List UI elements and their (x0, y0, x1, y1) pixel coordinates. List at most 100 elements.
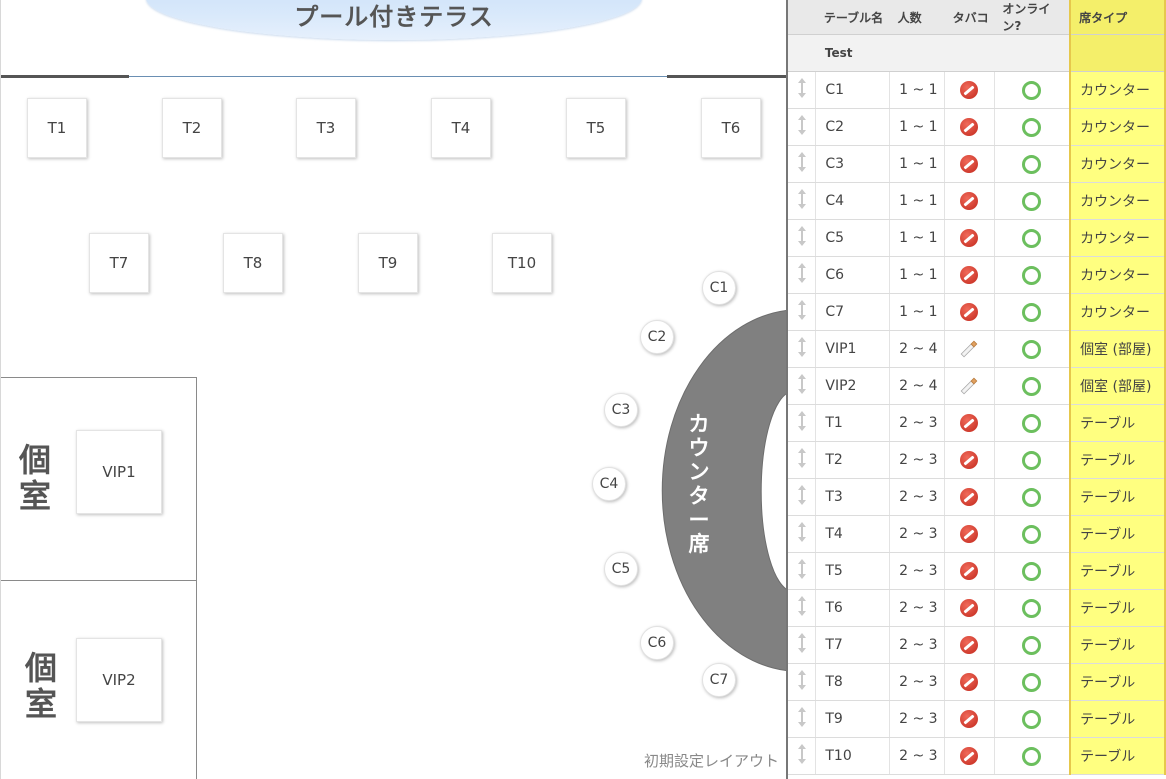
table-row[interactable]: T5 2 ~ 3 テーブル (788, 552, 1166, 590)
drag-handle[interactable] (788, 478, 817, 516)
row-seat-type[interactable]: カウンター (1069, 145, 1166, 183)
row-smoking[interactable] (944, 145, 995, 183)
table-row[interactable]: C3 1 ~ 1 カウンター (788, 145, 1166, 183)
row-smoking[interactable] (944, 589, 995, 627)
table-row[interactable]: T6 2 ~ 3 テーブル (788, 589, 1166, 627)
row-online[interactable] (994, 663, 1071, 701)
row-seat-type[interactable]: カウンター (1069, 182, 1166, 220)
row-seat-type[interactable]: カウンター (1069, 256, 1166, 294)
row-online[interactable] (994, 182, 1071, 220)
row-smoking[interactable] (944, 293, 995, 331)
floor-table-vip2[interactable]: VIP2 (76, 638, 162, 722)
row-smoking[interactable] (944, 626, 995, 664)
drag-handle-icon[interactable] (797, 447, 807, 469)
counter-seat-c7[interactable]: C7 (702, 663, 736, 697)
row-seat-type[interactable]: テーブル (1069, 478, 1166, 516)
drag-handle[interactable] (788, 367, 817, 405)
drag-handle-icon[interactable] (797, 410, 807, 432)
row-online[interactable] (994, 700, 1071, 738)
drag-handle[interactable] (788, 626, 817, 664)
drag-handle[interactable] (788, 219, 817, 257)
table-row[interactable]: C6 1 ~ 1 カウンター (788, 256, 1166, 294)
row-online[interactable] (994, 293, 1071, 331)
row-smoking[interactable] (944, 515, 995, 553)
row-seat-type[interactable]: テーブル (1069, 700, 1166, 738)
row-smoking[interactable] (944, 441, 995, 479)
drag-handle-icon[interactable] (797, 114, 807, 136)
table-row[interactable]: C2 1 ~ 1 カウンター (788, 108, 1166, 146)
row-seat-type[interactable]: テーブル (1069, 663, 1166, 701)
drag-handle-icon[interactable] (797, 558, 807, 580)
drag-handle[interactable] (788, 293, 817, 331)
floor-table-t10[interactable]: T10 (492, 233, 552, 293)
filter-text[interactable]: Test (815, 34, 890, 72)
row-seat-type[interactable]: テーブル (1069, 404, 1166, 442)
row-seat-type[interactable]: テーブル (1069, 737, 1166, 775)
drag-handle-icon[interactable] (797, 669, 807, 691)
table-row[interactable]: T3 2 ~ 3 テーブル (788, 478, 1166, 516)
table-row[interactable]: T4 2 ~ 3 テーブル (788, 515, 1166, 553)
row-smoking[interactable] (944, 367, 995, 405)
drag-handle[interactable] (788, 589, 817, 627)
row-smoking[interactable] (944, 71, 995, 109)
row-smoking[interactable] (944, 108, 995, 146)
drag-handle-icon[interactable] (797, 484, 807, 506)
drag-handle[interactable] (788, 182, 817, 220)
header-people[interactable]: 人数 (889, 0, 945, 35)
row-seat-type[interactable]: テーブル (1069, 515, 1166, 553)
counter-seat-c6[interactable]: C6 (640, 626, 674, 660)
counter-seat-c4[interactable]: C4 (592, 467, 626, 501)
drag-handle-icon[interactable] (797, 225, 807, 247)
table-row[interactable]: VIP2 2 ~ 4 個室 (部屋) (788, 367, 1166, 405)
table-row[interactable]: C4 1 ~ 1 カウンター (788, 182, 1166, 220)
row-online[interactable] (994, 589, 1071, 627)
table-row[interactable]: T8 2 ~ 3 テーブル (788, 663, 1166, 701)
drag-handle-icon[interactable] (797, 188, 807, 210)
header-name[interactable]: テーブル名 (815, 0, 890, 35)
drag-handle[interactable] (788, 145, 817, 183)
row-smoking[interactable] (944, 663, 995, 701)
floor-table-t4[interactable]: T4 (431, 98, 491, 158)
row-online[interactable] (994, 515, 1071, 553)
drag-handle-icon[interactable] (797, 299, 807, 321)
floor-table-t9[interactable]: T9 (358, 233, 418, 293)
counter-seat-c3[interactable]: C3 (604, 393, 638, 427)
header-seat-type[interactable]: 席タイプ (1069, 0, 1166, 35)
drag-handle[interactable] (788, 256, 817, 294)
floor-table-t1[interactable]: T1 (27, 98, 87, 158)
counter-seat-c1[interactable]: C1 (702, 271, 736, 305)
drag-handle[interactable] (788, 108, 817, 146)
default-layout-link[interactable]: 初期設定レイアウト (644, 750, 779, 771)
header-smoking[interactable]: タバコ (944, 0, 995, 35)
table-row[interactable]: T2 2 ~ 3 テーブル (788, 441, 1166, 479)
table-row[interactable]: C1 1 ~ 1 カウンター (788, 71, 1166, 109)
drag-handle[interactable] (788, 552, 817, 590)
row-seat-type[interactable]: カウンター (1069, 71, 1166, 109)
row-smoking[interactable] (944, 330, 995, 368)
drag-handle-icon[interactable] (797, 595, 807, 617)
counter-seat-c5[interactable]: C5 (604, 552, 638, 586)
floor-table-t8[interactable]: T8 (223, 233, 283, 293)
row-smoking[interactable] (944, 700, 995, 738)
drag-handle-icon[interactable] (797, 77, 807, 99)
row-online[interactable] (994, 441, 1071, 479)
row-smoking[interactable] (944, 219, 995, 257)
row-online[interactable] (994, 145, 1071, 183)
floor-table-t5[interactable]: T5 (566, 98, 626, 158)
row-smoking[interactable] (944, 478, 995, 516)
row-online[interactable] (994, 330, 1071, 368)
drag-handle-icon[interactable] (797, 151, 807, 173)
row-smoking[interactable] (944, 182, 995, 220)
row-smoking[interactable] (944, 737, 995, 775)
drag-handle-icon[interactable] (797, 521, 807, 543)
drag-handle[interactable] (788, 700, 817, 738)
row-seat-type[interactable]: 個室 (部屋) (1069, 330, 1166, 368)
row-online[interactable] (994, 737, 1071, 775)
row-seat-type[interactable]: カウンター (1069, 293, 1166, 331)
table-row[interactable]: C7 1 ~ 1 カウンター (788, 293, 1166, 331)
row-online[interactable] (994, 404, 1071, 442)
row-seat-type[interactable]: テーブル (1069, 552, 1166, 590)
floor-table-t6[interactable]: T6 (701, 98, 761, 158)
drag-handle[interactable] (788, 441, 817, 479)
drag-handle-icon[interactable] (797, 262, 807, 284)
